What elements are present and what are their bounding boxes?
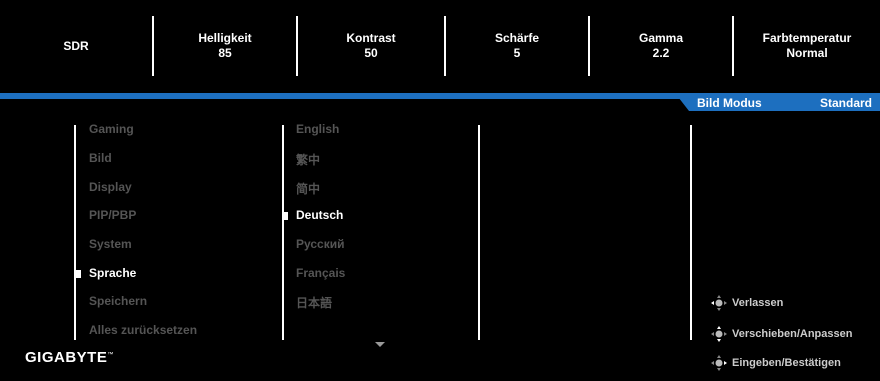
- logo-text: GIGABYTE: [25, 349, 108, 366]
- language-option-japanese[interactable]: 日本語: [296, 294, 332, 311]
- language-option-simplified-chinese[interactable]: 简中: [296, 180, 320, 197]
- selection-marker: [282, 212, 288, 220]
- language-option-german[interactable]: Deutsch: [296, 208, 343, 222]
- stat-value: 5: [513, 46, 521, 60]
- hint-move-adjust: Verschieben/Anpassen: [710, 325, 852, 343]
- menu-item-language[interactable]: Sprache: [89, 266, 136, 280]
- stat-value: 50: [364, 46, 378, 60]
- stat-gamma: Gamma 2.2: [590, 0, 732, 92]
- language-option-english[interactable]: English: [296, 122, 339, 136]
- joystick-right-icon: [711, 355, 727, 371]
- menu-item-gaming[interactable]: Gaming: [89, 122, 134, 136]
- sdr-indicator: SDR: [0, 0, 152, 92]
- hint-enter-confirm: Eingeben/Bestätigen: [710, 354, 841, 372]
- stat-color-temperature: Farbtemperatur Normal: [734, 0, 880, 92]
- menu-item-picture[interactable]: Bild: [89, 151, 112, 165]
- language-option-traditional-chinese[interactable]: 繁中: [296, 151, 320, 168]
- stat-label: Schärfe: [494, 31, 540, 45]
- menu-item-reset-all[interactable]: Alles zurücksetzen: [89, 323, 197, 337]
- hint-label: Eingeben/Bestätigen: [732, 357, 841, 369]
- menu-item-display[interactable]: Display: [89, 180, 132, 194]
- menu-item-save[interactable]: Speichern: [89, 294, 147, 308]
- menu-item-system[interactable]: System: [89, 237, 132, 251]
- status-bar: SDR Helligkeit 85 Kontrast 50 Schärfe 5 …: [0, 0, 880, 92]
- selection-marker: [75, 270, 81, 278]
- stat-brightness: Helligkeit 85: [154, 0, 296, 92]
- picture-mode-label: Bild Modus: [697, 96, 762, 110]
- brand-logo: GIGABYTE™: [25, 349, 114, 366]
- stat-sharpness: Schärfe 5: [446, 0, 588, 92]
- stat-value: 85: [218, 46, 232, 60]
- joystick-updown-icon: [711, 326, 727, 342]
- column-line: [282, 125, 284, 340]
- stat-contrast: Kontrast 50: [298, 0, 444, 92]
- column-line: [478, 125, 480, 340]
- stat-label: Farbtemperatur: [762, 31, 852, 45]
- joystick-left-icon: [711, 295, 727, 311]
- column-line: [690, 125, 692, 340]
- language-option-russian[interactable]: Русский: [296, 237, 345, 251]
- stat-label: Helligkeit: [198, 31, 252, 45]
- stat-label: Gamma: [638, 31, 684, 45]
- hint-label: Verlassen: [732, 297, 784, 309]
- trademark: ™: [107, 352, 114, 358]
- sdr-label: SDR: [63, 38, 89, 53]
- picture-mode-value: Standard: [820, 96, 873, 110]
- stat-value: Normal: [786, 46, 828, 60]
- language-option-french[interactable]: Français: [296, 266, 345, 280]
- column-line: [74, 125, 76, 340]
- hint-label: Verschieben/Anpassen: [732, 328, 853, 340]
- stat-value: 2.2: [652, 46, 670, 60]
- menu-item-pip-pbp[interactable]: PIP/PBP: [89, 208, 136, 222]
- stat-label: Kontrast: [346, 31, 396, 45]
- hint-exit: Verlassen: [710, 294, 783, 312]
- scroll-down-icon[interactable]: [375, 342, 385, 347]
